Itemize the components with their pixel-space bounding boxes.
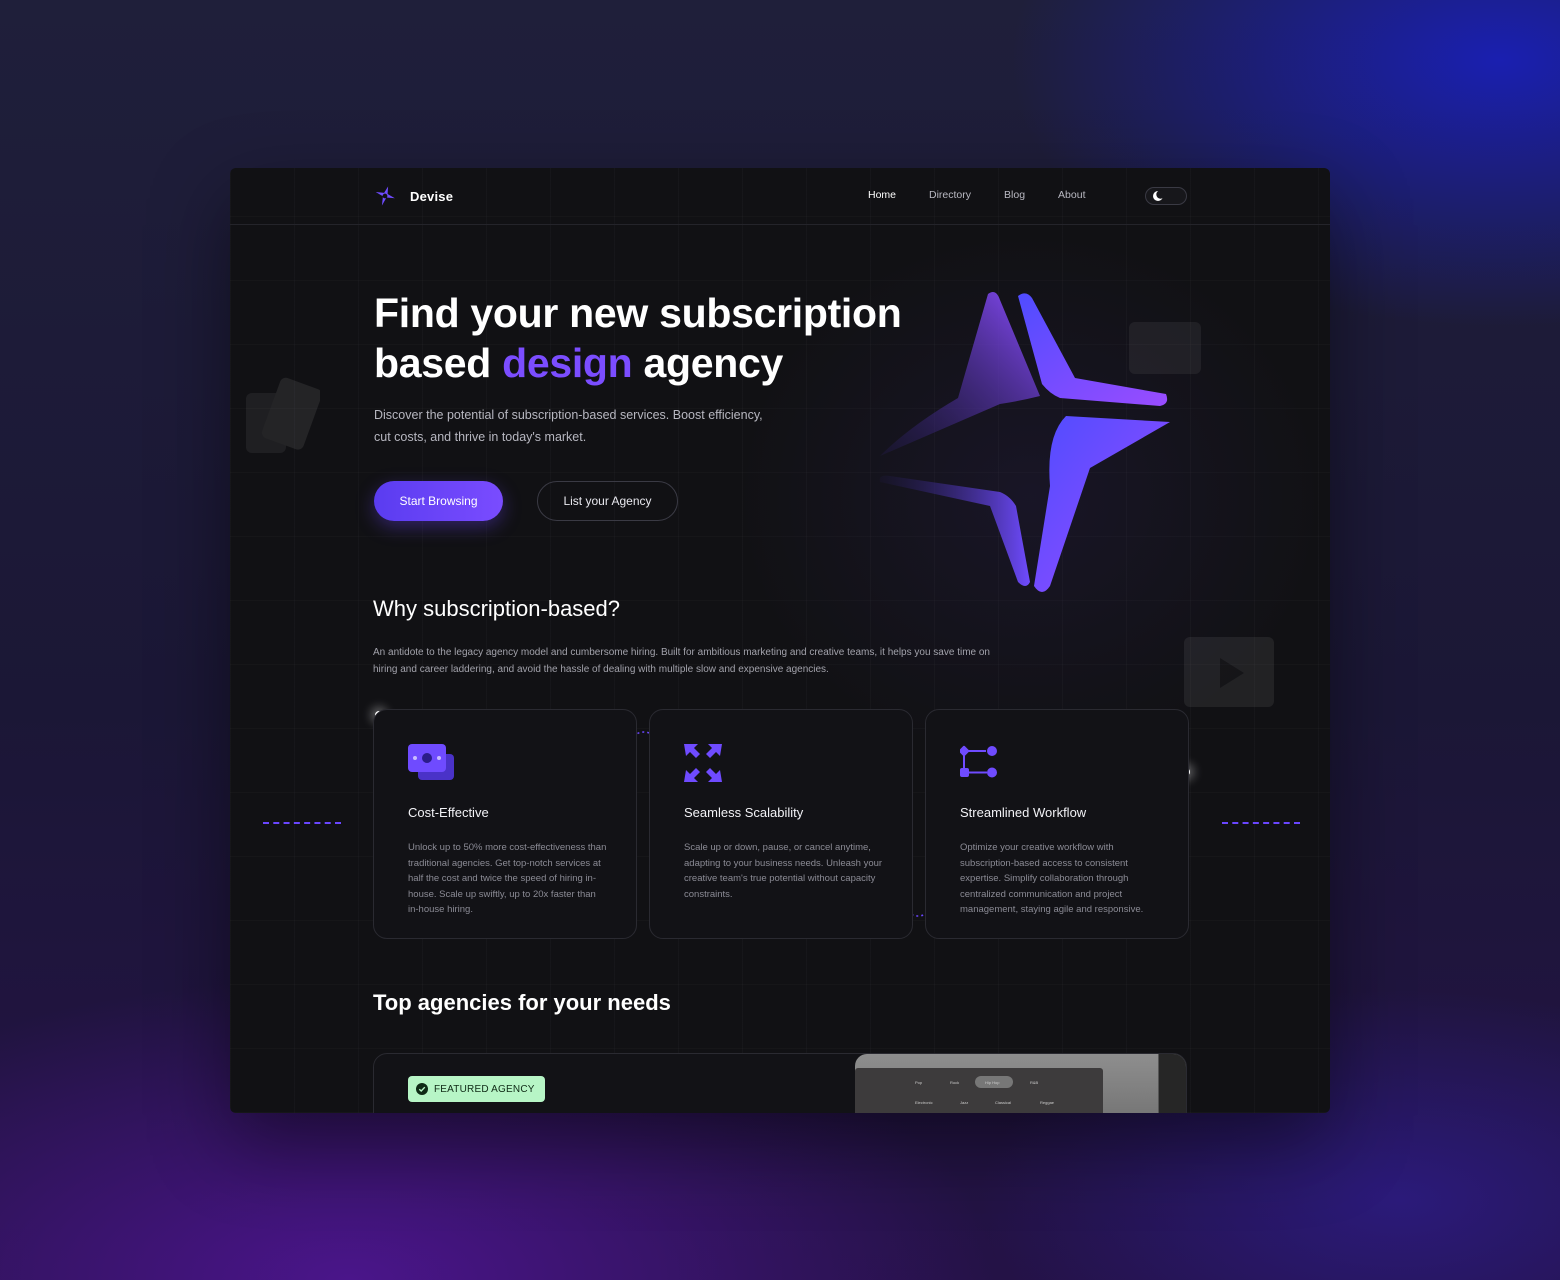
preview-panel: Pop Rock Hip Hop R&B Electronic Jazz Cla…	[855, 1068, 1103, 1113]
hero-title-pre: based	[374, 340, 503, 386]
nav-home[interactable]: Home	[868, 189, 896, 201]
nav-about[interactable]: About	[1058, 189, 1085, 201]
preview-label: Rock	[950, 1080, 960, 1085]
nav-blog[interactable]: Blog	[1004, 189, 1025, 201]
benefit-card-title: Streamlined Workflow	[960, 805, 1087, 820]
hero-title-line1: Find your new subscription	[374, 290, 902, 336]
featured-agency-badge: FEATURED AGENCY	[408, 1076, 545, 1102]
preview-label: Hip Hop	[985, 1080, 1000, 1085]
start-browsing-button[interactable]: Start Browsing	[374, 481, 503, 521]
preview-label: Electronic	[915, 1100, 933, 1105]
benefit-card-cost: Cost-Effective Unlock up to 50% more cos…	[373, 709, 637, 939]
benefit-card-scalability: Seamless Scalability Scale up or down, p…	[649, 709, 913, 939]
benefit-card-title: Cost-Effective	[408, 805, 489, 820]
top-agencies-title: Top agencies for your needs	[373, 990, 671, 1015]
why-section-title: Why subscription-based?	[373, 596, 621, 621]
list-agency-button[interactable]: List your Agency	[537, 481, 678, 521]
preview-label: Pop	[915, 1080, 923, 1085]
decorative-dash-right	[1222, 822, 1300, 824]
brand-name: Devise	[410, 188, 454, 204]
benefit-card-text: Scale up or down, pause, or cancel anyti…	[684, 842, 883, 900]
hero-title-accent: design	[502, 340, 633, 386]
agency-preview-image: Pop Rock Hip Hop R&B Electronic Jazz Cla…	[855, 1054, 1186, 1113]
featured-agency-label: FEATURED AGENCY	[434, 1083, 535, 1095]
benefit-card-title: Seamless Scalability	[684, 805, 804, 820]
preview-label: Jazz	[960, 1100, 969, 1105]
hero-title: Find your new subscription based design …	[374, 288, 934, 388]
top-navigation: Devise Home Directory Blog About	[230, 168, 1330, 225]
star-logo-icon	[375, 186, 395, 206]
nav-links: Home Directory Blog About	[868, 189, 1119, 201]
hero-subtitle: Discover the potential of subscription-b…	[374, 408, 763, 444]
preview-label: Reggae	[1040, 1100, 1055, 1105]
theme-toggle[interactable]	[1145, 187, 1187, 205]
benefit-card-text: Unlock up to 50% more cost-effectiveness…	[408, 842, 607, 916]
workflow-icon	[958, 745, 997, 778]
benefit-cards: Cost-Effective Unlock up to 50% more cos…	[373, 709, 1189, 939]
preview-side-panel	[1158, 1054, 1186, 1113]
preview-label: R&B	[1030, 1080, 1039, 1085]
preview-label: Classical	[995, 1100, 1012, 1105]
hero-title-post: agency	[632, 340, 784, 386]
browser-frame: Devise Home Directory Blog About Find yo…	[230, 168, 1330, 1113]
money-icon	[408, 744, 454, 780]
why-section-text: An antidote to the legacy agency model a…	[373, 647, 990, 675]
benefit-card-workflow: Streamlined Workflow Optimize your creat…	[925, 709, 1189, 939]
verified-check-icon	[416, 1083, 428, 1095]
benefit-card-text: Optimize your creative workflow with sub…	[960, 842, 1144, 916]
featured-agency-card[interactable]: FEATURED AGENCY Pop Rock Hip Hop R&B Ele…	[373, 1053, 1187, 1113]
hero-star-illustration	[879, 292, 1170, 592]
nav-directory[interactable]: Directory	[929, 189, 971, 201]
moon-icon	[1153, 190, 1164, 201]
decorative-cards-left	[246, 377, 320, 453]
decorative-dash-left	[263, 822, 341, 824]
decorative-video-right	[1184, 637, 1274, 707]
brand-logo[interactable]: Devise	[374, 185, 453, 207]
expand-arrows-icon	[684, 744, 722, 782]
